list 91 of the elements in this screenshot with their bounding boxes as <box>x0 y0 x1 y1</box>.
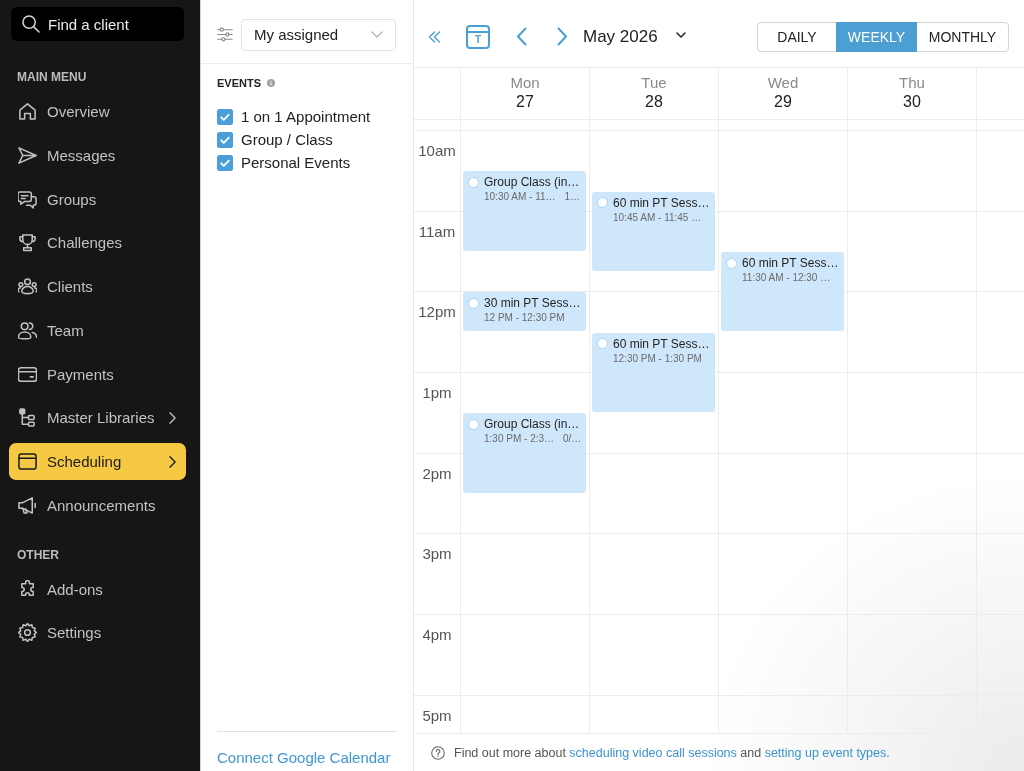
hour-label: 11am <box>418 222 456 241</box>
section-title: EVENTS <box>217 76 261 90</box>
nav-item[interactable]: Challenges <box>9 224 186 262</box>
hour-label: 3pm <box>422 545 452 564</box>
event-card[interactable]: 60 min PT Sess… 12:30 PM - 1:30 PM <box>592 332 715 412</box>
checkbox[interactable] <box>217 108 233 125</box>
hour-label: 12pm <box>418 303 456 322</box>
search-field[interactable]: Find a client <box>11 7 184 41</box>
circle-icon <box>468 297 479 309</box>
nav-item[interactable]: Announcements <box>9 486 186 524</box>
caret-down-icon <box>675 32 686 38</box>
day-name: Wed <box>767 74 799 91</box>
checkbox-label: Group / Class <box>241 131 333 148</box>
nav-item[interactable]: Settings <box>9 614 186 652</box>
nav-item[interactable]: Clients <box>9 268 186 305</box>
day-date: 27 <box>516 92 534 111</box>
credit-card-icon <box>18 364 37 384</box>
assignee-dropdown[interactable]: My assigned <box>241 18 396 51</box>
help-text: Find out more about scheduling video call sessions and setting up event types. <box>454 745 890 760</box>
event-card[interactable]: 60 min PT Sess… 11:30 AM - 12:30 … <box>721 252 844 332</box>
paper-plane-icon <box>18 145 37 165</box>
hour-label: 5pm <box>422 706 452 725</box>
nav-item[interactable]: Add-ons <box>9 570 186 608</box>
event-time: 10:30 AM - 11… <box>484 191 556 204</box>
calendar-icon <box>18 452 37 471</box>
event-count: 0/… <box>563 433 582 446</box>
chevron-left-icon[interactable] <box>516 27 527 46</box>
house-icon <box>18 102 37 121</box>
settings-icon <box>18 623 37 643</box>
checkbox-label: Personal Events <box>241 154 351 171</box>
tree-structure-icon <box>18 408 37 428</box>
month-picker[interactable]: May 2026 <box>583 26 686 47</box>
event-time: 11:30 AM - 12:30 … <box>742 272 831 285</box>
circle-icon <box>726 257 737 269</box>
circle-icon <box>597 197 608 208</box>
puzzle-piece-icon <box>18 579 37 599</box>
event-title: Group Class (in… <box>484 175 581 190</box>
circle-icon <box>597 338 608 350</box>
checkbox[interactable] <box>217 154 233 171</box>
circle-icon <box>468 418 479 430</box>
nav-item[interactable]: Scheduling <box>9 443 186 480</box>
hour-label: 10am <box>418 142 456 160</box>
day-name: Thu <box>899 74 925 91</box>
search-icon <box>22 15 40 33</box>
section-title: MAIN MENU <box>17 70 88 84</box>
help-icon <box>431 745 445 760</box>
chevron-right-icon[interactable] <box>557 27 568 46</box>
event-card[interactable]: Group Class (in… 10:30 AM - 11… 1… <box>463 171 586 251</box>
help-link[interactable]: scheduling video call sessions <box>569 745 737 760</box>
day-name: Tue <box>641 74 667 91</box>
event-card[interactable]: Group Class (in… 1:30 PM - 2:3… 0/… <box>463 413 586 493</box>
nav-item[interactable]: Overview <box>9 93 186 130</box>
nav-item[interactable]: Groups <box>9 180 186 218</box>
day-date: 28 <box>645 92 663 111</box>
people-group-icon <box>18 277 37 296</box>
two-people-icon <box>18 320 37 340</box>
event-title: 60 min PT Sess… <box>613 195 710 210</box>
view-tab[interactable]: DAILY <box>757 21 837 52</box>
double-chevron-left-icon[interactable] <box>428 30 441 43</box>
event-title: 30 min PT Sess… <box>484 296 581 311</box>
nav-item[interactable]: Team <box>9 311 186 349</box>
info-icon <box>267 79 275 87</box>
hour-label: 4pm <box>422 626 452 645</box>
day-name: Mon <box>510 74 540 91</box>
hour-label: 1pm <box>422 384 452 403</box>
hour-label: 2pm <box>422 464 452 483</box>
sliders-icon[interactable] <box>217 27 233 42</box>
nav-item[interactable]: Messages <box>9 136 186 174</box>
day-date: 30 <box>903 92 921 111</box>
nav-item[interactable]: Master Libraries <box>9 399 186 437</box>
section-title: OTHER <box>17 547 60 562</box>
event-time: 1:30 PM - 2:3… <box>484 433 555 446</box>
checkbox-label: 1 on 1 Appointment <box>241 108 371 125</box>
event-count: 1… <box>564 191 581 204</box>
circle-icon <box>468 176 479 188</box>
chevron-down-icon <box>371 31 383 38</box>
event-time: 12:30 PM - 1:30 PM <box>613 352 702 365</box>
checkbox[interactable] <box>217 131 233 148</box>
chat-bubbles-icon <box>18 189 37 209</box>
event-title: 60 min PT Sess… <box>613 336 710 351</box>
day-date: 29 <box>774 92 792 111</box>
event-title: 60 min PT Sess… <box>742 256 839 271</box>
event-title: Group Class (in… <box>484 417 581 432</box>
event-card[interactable]: 30 min PT Sess… 12 PM - 12:30 PM <box>463 292 586 332</box>
view-tab[interactable]: MONTHLY <box>916 21 1009 52</box>
megaphone-icon <box>18 495 37 515</box>
event-time: 10:45 AM - 11:45 … <box>613 211 702 224</box>
trophy-icon <box>18 233 37 253</box>
event-card[interactable]: 60 min PT Sess… 10:45 AM - 11:45 … <box>592 191 715 271</box>
event-time: 12 PM - 12:30 PM <box>484 312 565 325</box>
nav-item[interactable]: Payments <box>9 355 186 393</box>
